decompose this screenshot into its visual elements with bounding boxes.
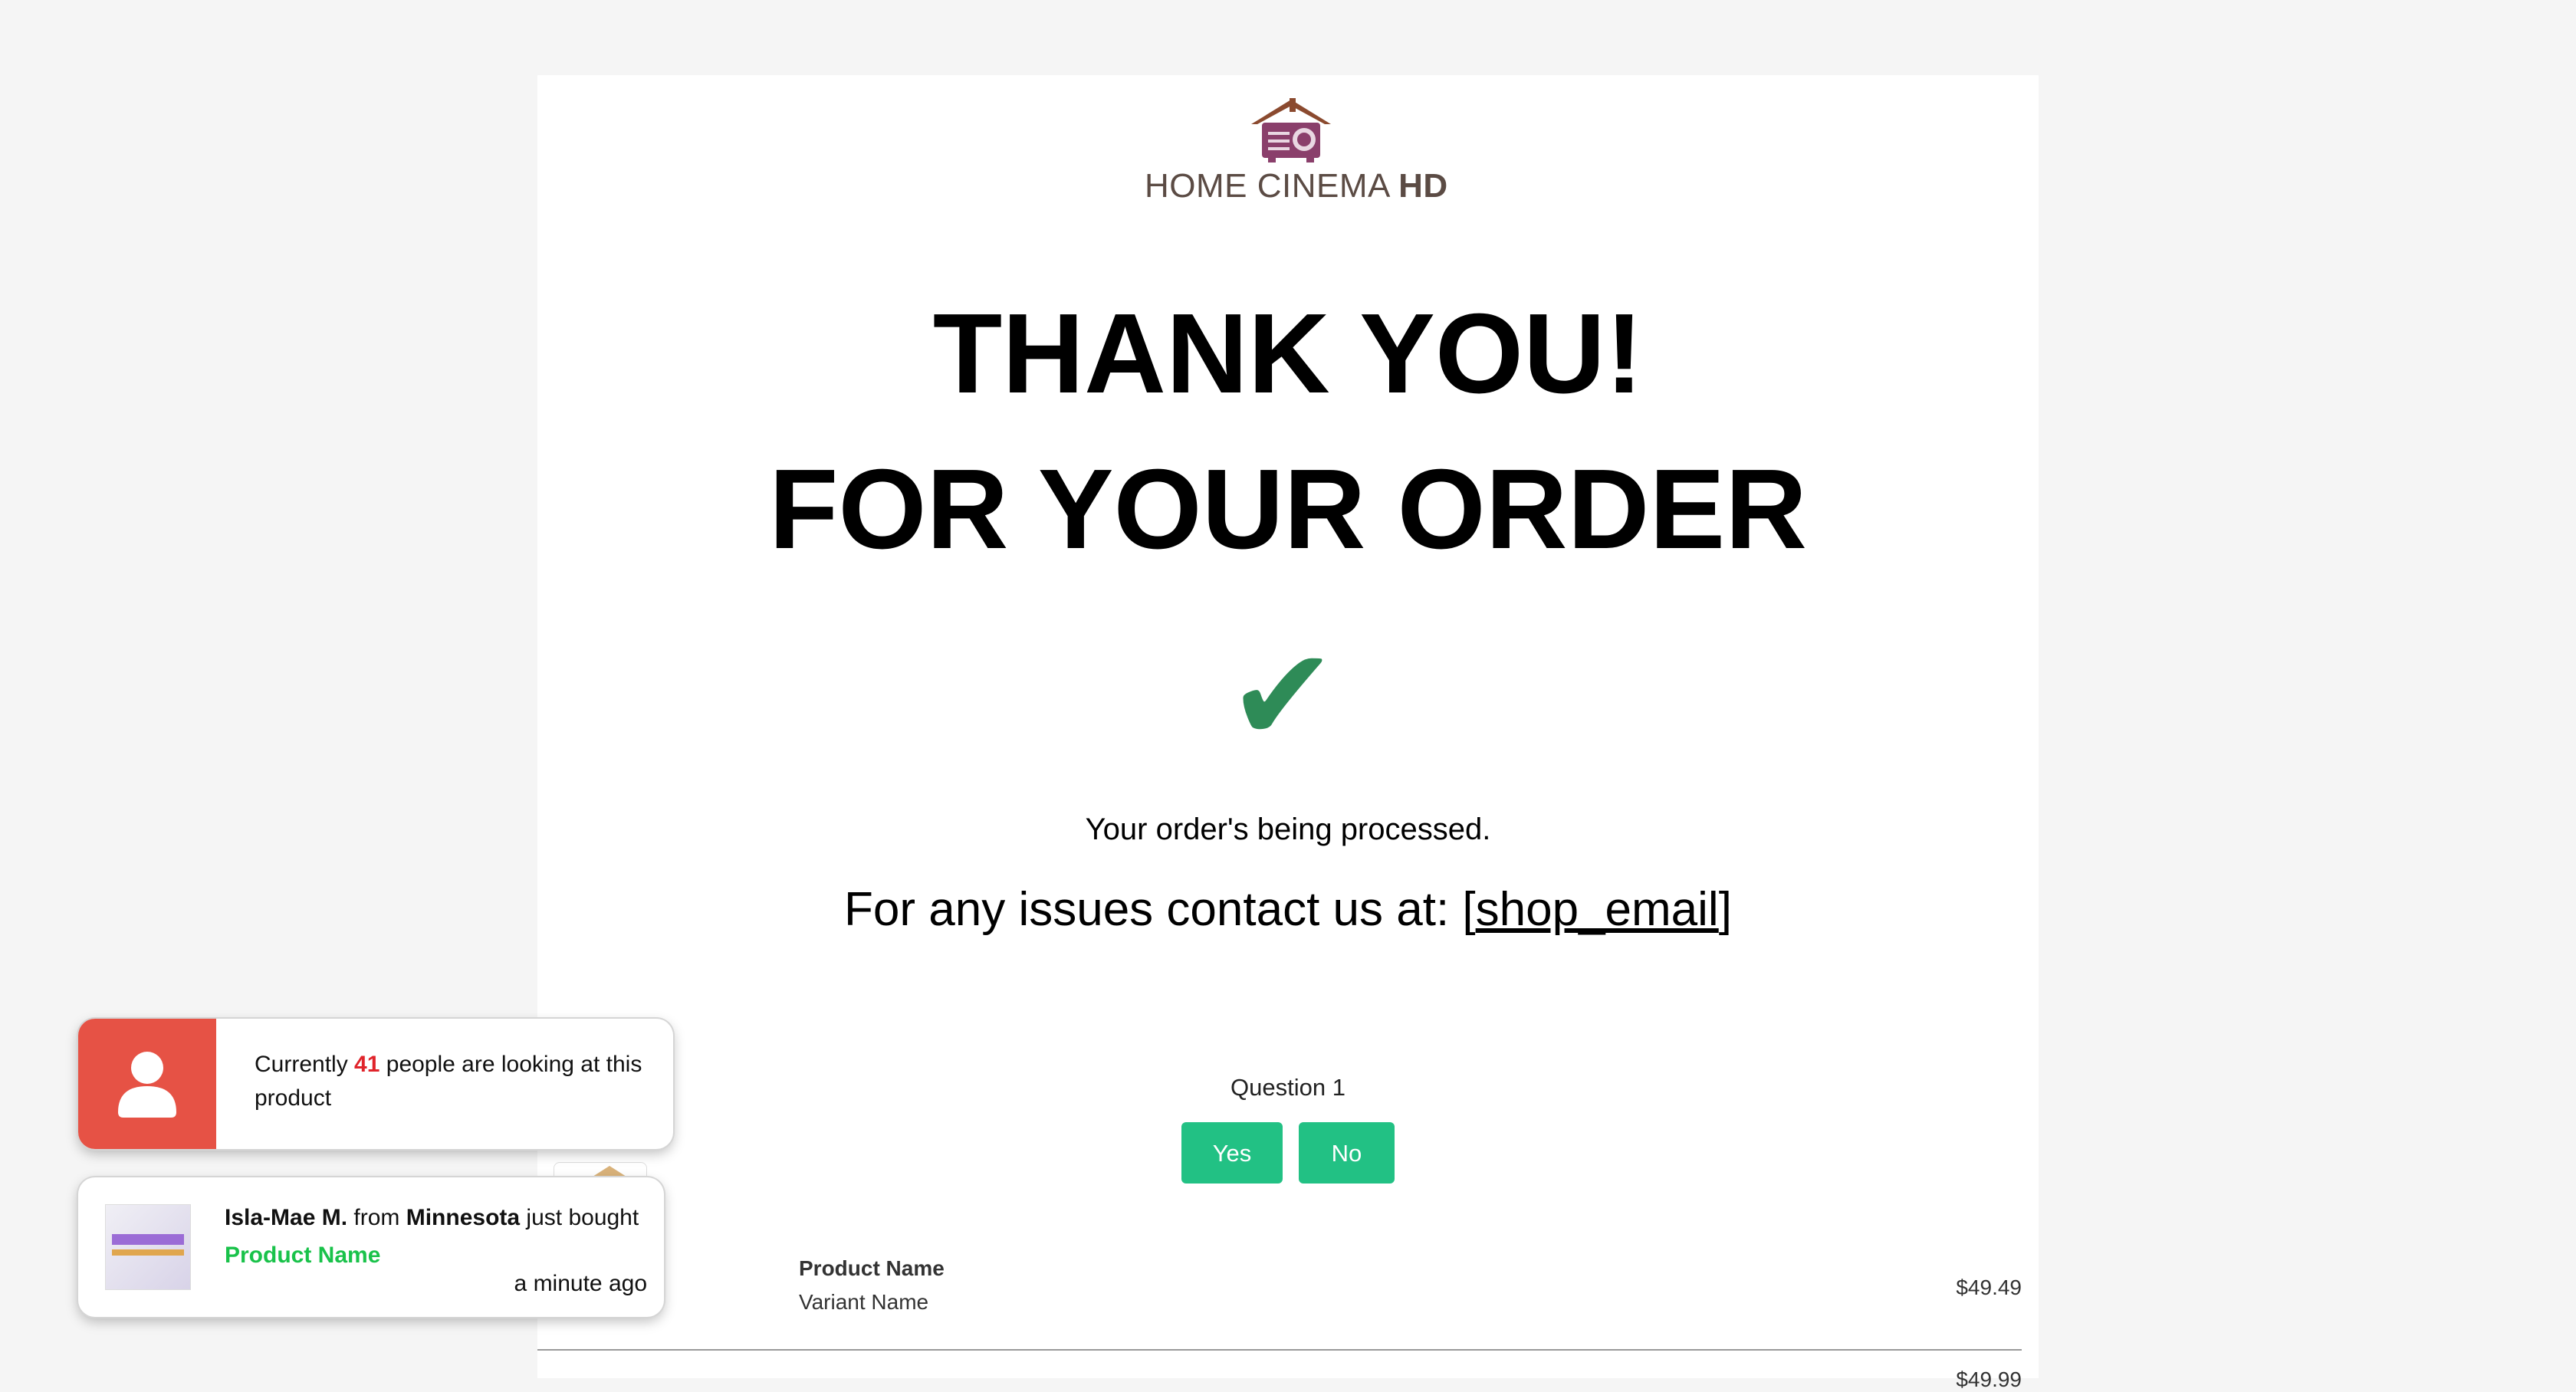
viewers-count: 41 — [354, 1052, 380, 1077]
buyer-location: Minnesota — [406, 1205, 521, 1230]
purchase-action: just bought — [520, 1205, 639, 1230]
thumbnail-band-2 — [112, 1249, 184, 1256]
order-divider — [537, 1349, 2022, 1351]
viewers-notification[interactable]: Currently 41 people are looking at this … — [78, 1019, 673, 1149]
from-text: from — [347, 1205, 406, 1230]
survey-question: Question 1 — [1230, 1074, 1346, 1101]
viewers-icon-box — [78, 1019, 216, 1149]
recent-purchase-notification[interactable]: Isla-Mae M. from Minnesota just bought P… — [78, 1177, 664, 1317]
order-item-name: Product Name — [799, 1256, 945, 1280]
user-icon — [118, 1052, 176, 1118]
thank-you-heading: THANK YOU! — [932, 291, 1644, 417]
brand-name-regular: HOME CINEMA — [1145, 167, 1389, 205]
processing-text: Your order's being processed. — [1085, 813, 1491, 846]
order-item-variant: Variant Name — [799, 1290, 929, 1314]
contact-prefix: For any issues contact us at: [ — [844, 883, 1476, 936]
brand-name-bold: HD — [1398, 167, 1448, 205]
purchased-product-link[interactable]: Product Name — [225, 1243, 380, 1269]
for-your-order-heading: FOR YOUR ORDER — [768, 446, 1808, 573]
thank-you-card: HOME CINEMA HD THANK YOU! FOR YOUR ORDER… — [537, 75, 2039, 1391]
contact-suffix: ] — [1718, 883, 1732, 936]
shop-email-link[interactable]: shop_email — [1476, 883, 1719, 936]
viewers-message: Currently 41 people are looking at this … — [255, 1048, 653, 1115]
checkmark-icon: ✔ — [1227, 623, 1338, 769]
product-thumbnail — [105, 1204, 191, 1290]
purchase-time: a minute ago — [514, 1271, 647, 1296]
order-item-price: $49.49 — [1956, 1275, 2022, 1299]
order-item-price-2: $49.99 — [1956, 1367, 2022, 1391]
brand-name: HOME CINEMA HD — [1145, 167, 1447, 205]
no-button[interactable]: No — [1299, 1122, 1395, 1184]
contact-text: For any issues contact us at: [shop_emai… — [537, 882, 2039, 937]
purchase-message: Isla-Mae M. from Minnesota just bought — [225, 1205, 639, 1231]
thumbnail-band — [112, 1234, 184, 1245]
buyer-name: Isla-Mae M. — [225, 1205, 348, 1230]
yes-button[interactable]: Yes — [1181, 1122, 1283, 1184]
viewers-prefix: Currently — [255, 1052, 355, 1077]
house-projector-icon — [1251, 98, 1331, 163]
brand-logo[interactable]: HOME CINEMA HD — [1145, 94, 1447, 205]
